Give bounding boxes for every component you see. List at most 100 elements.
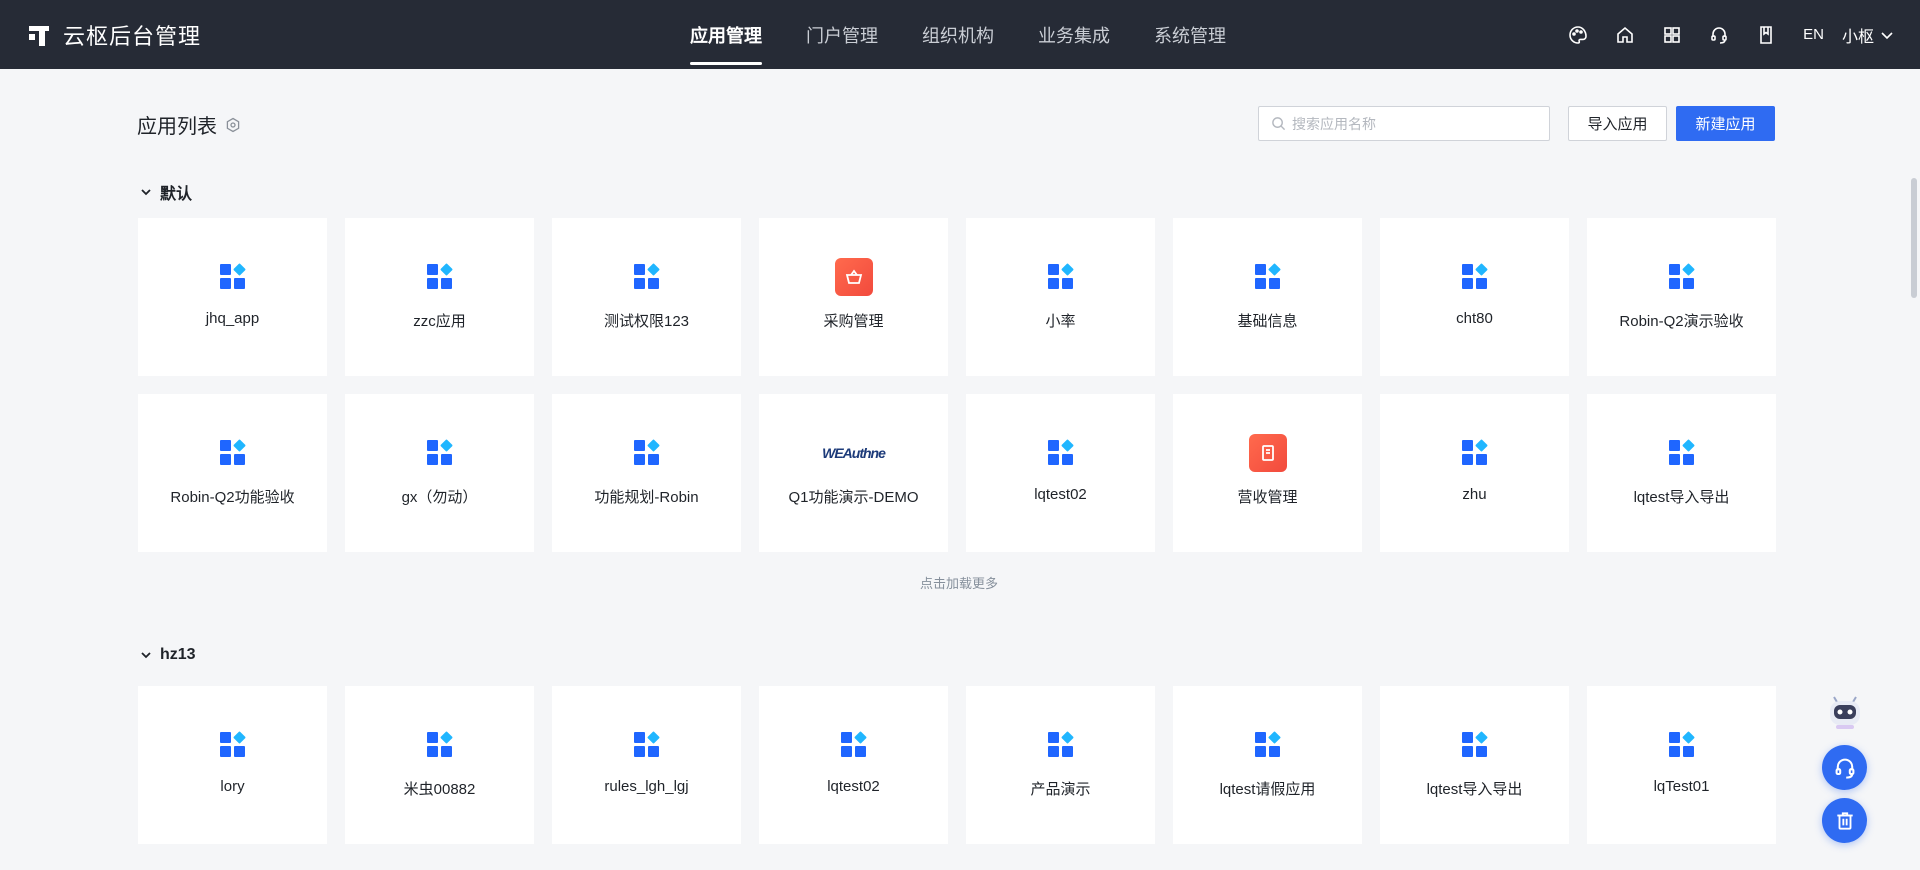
search-icon — [1272, 117, 1286, 131]
app-card-label: 基础信息 — [1237, 313, 1298, 330]
shopping-basket-icon — [834, 258, 873, 296]
nav-system-management[interactable]: 系统管理 — [1154, 0, 1226, 69]
app-card[interactable]: lqTest01 — [1587, 686, 1776, 844]
assistant-robot[interactable] — [1822, 689, 1868, 735]
top-navigation-bar: 云枢后台管理 应用管理 门户管理 组织机构 业务集成 系统管理 EN 小枢 — [0, 0, 1920, 69]
nav-business-integration[interactable]: 业务集成 — [1038, 0, 1110, 69]
app-card-label: lory — [220, 778, 245, 795]
group-header-hz13[interactable]: hz13 — [140, 646, 196, 664]
app-grid-icon — [421, 258, 459, 296]
app-card[interactable]: zzc应用 — [345, 218, 534, 376]
group-header-default[interactable]: 默认 — [140, 180, 192, 204]
app-card[interactable]: lory — [138, 686, 327, 844]
app-card-label: Robin-Q2演示验收 — [1619, 313, 1744, 330]
app-grid-icon — [214, 258, 252, 296]
brand-logo-icon — [27, 23, 51, 47]
settings-hexagon-icon[interactable] — [225, 117, 241, 133]
app-grid-icon — [1042, 434, 1080, 472]
palette-icon[interactable] — [1554, 0, 1601, 69]
book-icon[interactable] — [1742, 0, 1789, 69]
page-title: 应用列表 — [137, 110, 241, 139]
app-grid-icon — [421, 434, 459, 472]
app-grid-icon — [421, 726, 459, 764]
user-menu[interactable]: 小枢 — [1842, 23, 1894, 47]
recycle-bin-button[interactable] — [1822, 798, 1867, 843]
grid-icon[interactable] — [1648, 0, 1695, 69]
app-grid-icon — [1456, 726, 1494, 764]
app-card[interactable]: WEAuthne Q1功能演示-DEMO — [759, 394, 948, 552]
app-card[interactable]: 米虫00882 — [345, 686, 534, 844]
app-card-label: zzc应用 — [413, 313, 466, 330]
app-card[interactable]: gx（勿动） — [345, 394, 534, 552]
app-card[interactable]: zhu — [1380, 394, 1569, 552]
app-card[interactable]: cht80 — [1380, 218, 1569, 376]
app-card[interactable]: 测试权限123 — [552, 218, 741, 376]
app-card-label: 产品演示 — [1030, 781, 1091, 798]
app-card[interactable]: 采购管理 — [759, 218, 948, 376]
robot-icon — [1830, 696, 1860, 729]
chevron-down-icon — [141, 189, 151, 196]
app-card[interactable]: 产品演示 — [966, 686, 1155, 844]
app-card-label: lqTest01 — [1653, 778, 1710, 795]
app-card[interactable]: lqtest请假应用 — [1173, 686, 1362, 844]
app-grid-icon — [1456, 434, 1494, 472]
app-card-label: 测试权限123 — [603, 313, 690, 330]
nav-portal-management[interactable]: 门户管理 — [806, 0, 878, 69]
app-card[interactable]: Robin-Q2演示验收 — [1587, 218, 1776, 376]
app-card[interactable]: 营收管理 — [1173, 394, 1362, 552]
app-card[interactable]: 功能规划-Robin — [552, 394, 741, 552]
app-card-label: lqtest导入导出 — [1426, 781, 1523, 798]
app-card[interactable]: lqtest导入导出 — [1587, 394, 1776, 552]
app-grid-icon — [1042, 258, 1080, 296]
app-grid-icon — [1249, 258, 1287, 296]
app-card[interactable]: 小率 — [966, 218, 1155, 376]
page-title-text: 应用列表 — [137, 116, 217, 138]
nav-app-management[interactable]: 应用管理 — [690, 0, 762, 69]
app-grid-icon — [628, 434, 666, 472]
app-card[interactable]: lqtest02 — [966, 394, 1155, 552]
app-card[interactable]: 基础信息 — [1173, 218, 1362, 376]
main-nav: 应用管理 门户管理 组织机构 业务集成 系统管理 — [690, 0, 1270, 69]
app-card-label: 营收管理 — [1237, 489, 1298, 506]
trash-icon — [1836, 811, 1853, 830]
app-grid-default: jhq_app zzc应用 测试权限123 采购管理 小率 基础信息 cht80 Robin-… — [138, 218, 1776, 552]
app-card[interactable]: rules_lgh_lgj — [552, 686, 741, 844]
app-card-label: lqtest02 — [827, 778, 880, 795]
brand-title: 云枢后台管理 — [63, 23, 202, 49]
app-card-label: 采购管理 — [823, 313, 884, 330]
app-card[interactable]: Robin-Q2功能验收 — [138, 394, 327, 552]
customer-service-button[interactable] — [1822, 745, 1867, 790]
search-input[interactable] — [1292, 115, 1532, 132]
app-grid-icon — [214, 434, 252, 472]
brand[interactable]: 云枢后台管理 — [27, 0, 201, 69]
app-card-label: zhu — [1462, 486, 1487, 503]
language-switch[interactable]: EN — [1803, 26, 1824, 43]
import-app-button[interactable]: 导入应用 — [1568, 106, 1667, 141]
app-grid-icon — [1663, 726, 1701, 764]
app-grid-hz13: lory 米虫00882 rules_lgh_lgj lqtest02 产品演示 lqte… — [138, 686, 1776, 844]
nav-organization[interactable]: 组织机构 — [922, 0, 994, 69]
app-card[interactable]: lqtest02 — [759, 686, 948, 844]
app-card-label: gx（勿动） — [401, 489, 478, 506]
new-app-button[interactable]: 新建应用 — [1676, 106, 1775, 141]
chevron-down-icon — [141, 652, 151, 659]
toolbar: EN 小枢 — [1554, 0, 1920, 69]
app-grid-icon — [1456, 258, 1494, 296]
app-grid-icon — [1042, 726, 1080, 764]
home-icon[interactable] — [1601, 0, 1648, 69]
app-grid-icon — [214, 726, 252, 764]
app-card[interactable]: lqtest导入导出 — [1380, 686, 1569, 844]
app-card-label: 米虫00882 — [403, 781, 476, 798]
app-card-label: lqtest02 — [1034, 486, 1087, 503]
search-box[interactable] — [1258, 106, 1550, 141]
app-card-label: rules_lgh_lgj — [604, 778, 689, 795]
app-card-label: lqtest导入导出 — [1633, 489, 1730, 506]
app-image-logo-icon: WEAuthne — [822, 445, 886, 461]
group-name: 默认 — [160, 186, 193, 203]
scrollbar[interactable] — [1911, 178, 1917, 298]
load-more-link[interactable]: 点击加载更多 — [138, 573, 1780, 592]
app-grid-icon — [628, 726, 666, 764]
app-card[interactable]: jhq_app — [138, 218, 327, 376]
headset-icon[interactable] — [1695, 0, 1742, 69]
ledger-icon — [1248, 434, 1287, 472]
